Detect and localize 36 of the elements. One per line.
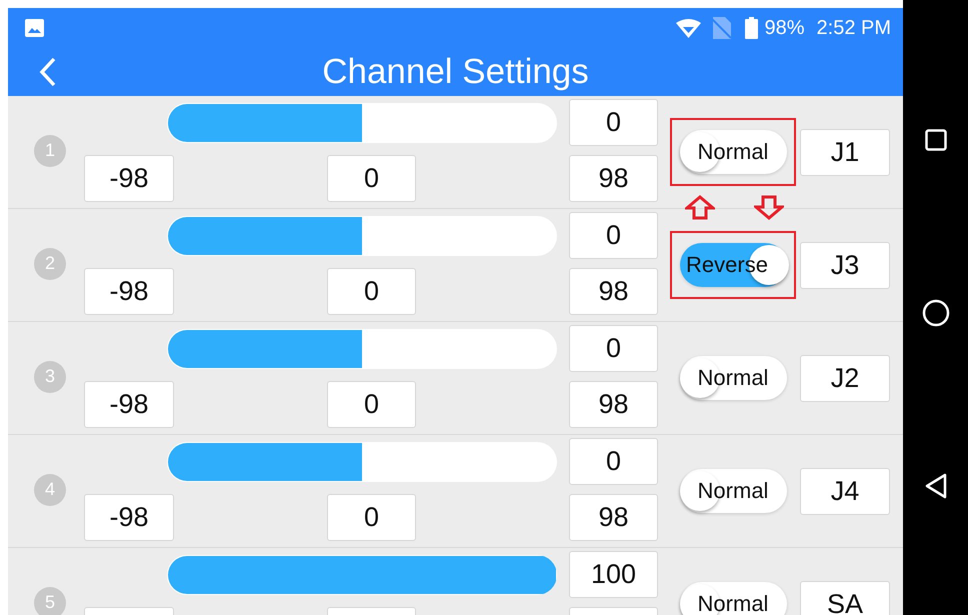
center-value-field[interactable]: 0 <box>327 268 416 315</box>
direction-toggle[interactable]: Normal <box>680 469 786 513</box>
source-button[interactable]: SA <box>800 580 890 615</box>
center-value-field[interactable]: 0 <box>327 494 416 541</box>
battery-percent: 98% <box>764 16 805 40</box>
min-value-field[interactable]: -98 <box>84 494 174 541</box>
max-value-field[interactable]: 98 <box>569 494 658 541</box>
source-button[interactable]: J2 <box>800 354 890 402</box>
output-value: 0 <box>569 212 658 259</box>
screen-title: Channel Settings <box>322 52 589 92</box>
max-value-field[interactable]: 98 <box>569 155 658 202</box>
output-value: 100 <box>569 551 658 598</box>
max-value-field[interactable]: 98 <box>569 381 658 428</box>
battery-icon <box>745 17 758 39</box>
center-value-field[interactable]: 0 <box>327 381 416 428</box>
direction-toggle[interactable]: Normal <box>680 130 786 174</box>
no-sim-icon <box>711 17 732 39</box>
image-icon <box>25 19 44 37</box>
home-button[interactable] <box>920 298 950 328</box>
min-value-field[interactable]: -98 <box>84 268 174 315</box>
source-button[interactable]: J4 <box>800 468 890 514</box>
min-value-field[interactable]: -98 <box>84 155 174 202</box>
center-value-field[interactable]: 0 <box>327 155 416 202</box>
clock-time: 2:52 PM <box>816 16 891 40</box>
output-value: 0 <box>569 99 658 146</box>
min-value-field[interactable]: -98 <box>84 381 174 428</box>
direction-toggle[interactable]: Normal <box>680 582 786 615</box>
output-value: 0 <box>569 438 658 485</box>
direction-toggle[interactable]: Normal <box>680 356 786 400</box>
output-value: 0 <box>569 325 658 372</box>
source-button[interactable]: J1 <box>800 128 890 176</box>
up-arrow-icon <box>685 195 715 220</box>
source-button[interactable]: J3 <box>800 242 890 288</box>
down-arrow-icon <box>754 195 784 220</box>
wifi-icon <box>676 18 702 38</box>
max-value-field[interactable]: 98 <box>569 268 658 315</box>
